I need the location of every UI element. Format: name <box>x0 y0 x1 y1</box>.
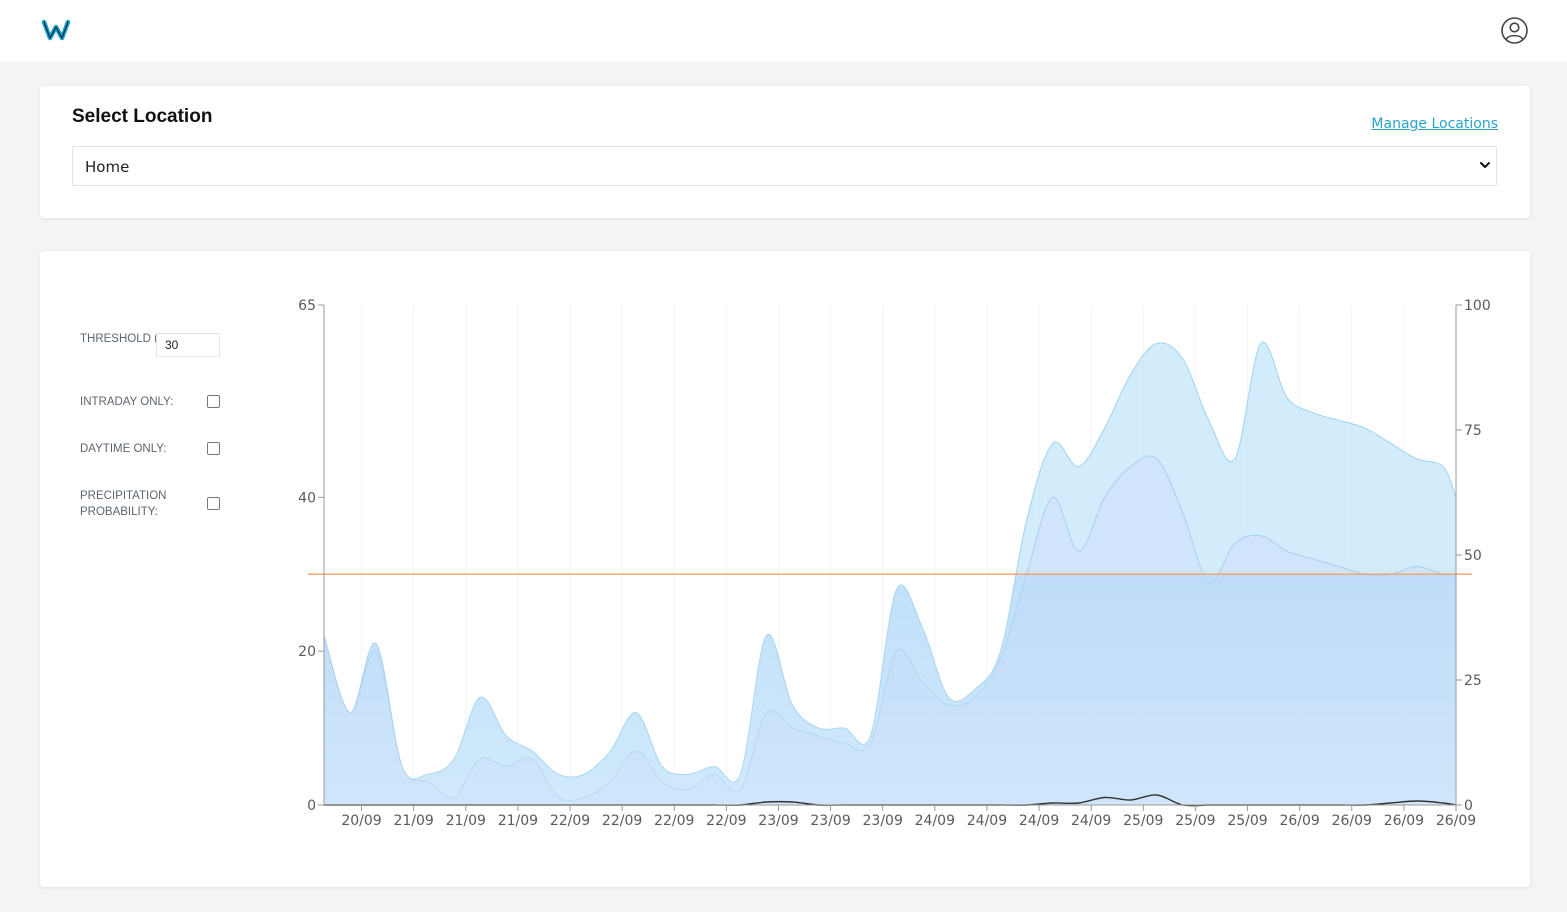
chart-card: THRESHOLD (KM/H): INTRADAY ONLY: DAYTIME… <box>40 251 1530 887</box>
x-axis-tick-label: 24/09 <box>1071 813 1111 829</box>
right-axis-tick-label: 0 <box>1464 798 1473 814</box>
x-axis-tick-label: 24/09 <box>1019 813 1059 829</box>
x-axis-tick-label: 20/09 <box>341 813 381 829</box>
user-circle-icon[interactable] <box>1500 16 1529 45</box>
wind-chart: 0 20 40 65 0 25 50 75 100 20/09 21/09 21/09 21/09 22/… <box>298 298 1491 829</box>
x-axis-tick-label: 26/09 <box>1384 813 1424 829</box>
location-select[interactable]: Home <box>72 146 1497 186</box>
x-axis-tick-label: 22/09 <box>706 813 746 829</box>
x-axis-tick-label: 22/09 <box>602 813 642 829</box>
left-axis-tick-label: 0 <box>307 798 316 814</box>
x-axis-tick-label: 25/09 <box>1123 813 1163 829</box>
left-axis-tick-label: 65 <box>298 298 316 314</box>
right-axis-tick-label: 25 <box>1464 673 1482 689</box>
manage-locations-link[interactable]: Manage Locations <box>1371 116 1498 132</box>
x-axis-tick-label: 24/09 <box>967 813 1007 829</box>
left-axis-tick-label: 40 <box>298 490 316 506</box>
x-axis-tick-label: 24/09 <box>915 813 955 829</box>
x-axis-tick-label: 21/09 <box>498 813 538 829</box>
x-axis-tick-label: 25/09 <box>1227 813 1267 829</box>
x-axis-tick-label: 21/09 <box>393 813 433 829</box>
x-axis-tick-label: 23/09 <box>810 813 850 829</box>
x-axis-tick-label: 23/09 <box>863 813 903 829</box>
location-card: Select Location Manage Locations Home <box>40 86 1530 218</box>
x-axis-tick-label: 21/09 <box>446 813 486 829</box>
right-axis-tick-label: 50 <box>1464 548 1482 564</box>
x-axis-tick-label: 26/09 <box>1436 813 1476 829</box>
x-axis-tick-label: 22/09 <box>550 813 590 829</box>
right-axis-tick-label: 75 <box>1464 423 1482 439</box>
top-bar <box>0 0 1567 62</box>
x-axis-tick-label: 22/09 <box>654 813 694 829</box>
x-axis-tick-label: 26/09 <box>1332 813 1372 829</box>
right-axis-tick-label: 100 <box>1464 298 1491 314</box>
x-axis-tick-label: 25/09 <box>1175 813 1215 829</box>
location-title: Select Location <box>72 106 213 127</box>
chevron-down-icon <box>1480 162 1490 168</box>
x-axis-tick-label: 23/09 <box>758 813 798 829</box>
left-axis-tick-label: 20 <box>298 644 316 660</box>
x-axis-tick-label: 26/09 <box>1279 813 1319 829</box>
app-logo[interactable] <box>42 18 70 42</box>
location-select-value: Home <box>85 158 130 176</box>
